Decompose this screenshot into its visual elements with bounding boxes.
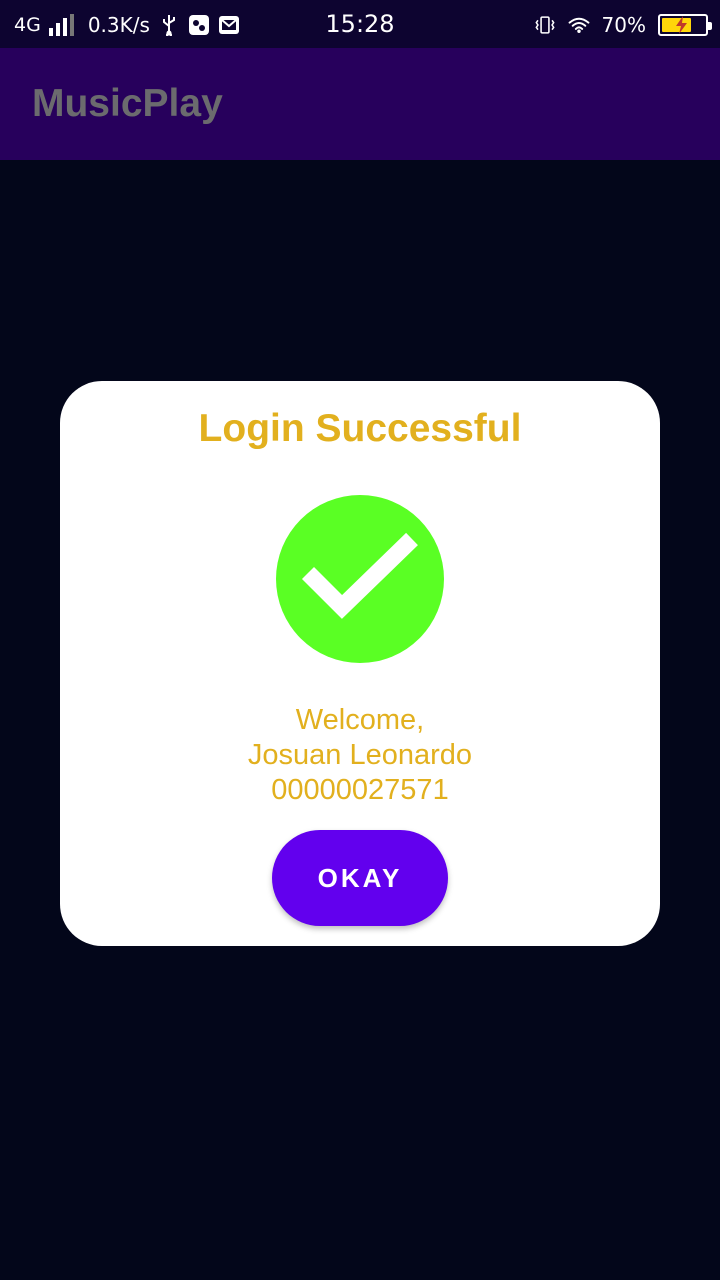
status-right: 70%	[534, 10, 712, 40]
vibrate-icon	[534, 14, 556, 36]
okay-button[interactable]: OKAY	[272, 830, 448, 926]
battery-charging-icon	[658, 14, 712, 36]
status-bar: 4G 0.3K/s 15:28 70%	[0, 0, 720, 48]
user-name: Josuan Leonardo	[247, 739, 473, 771]
welcome-message: Welcome, Josuan Leonardo 00000027571	[60, 703, 660, 808]
app-title: MusicPlay	[32, 82, 223, 125]
battery-percent: 70%	[601, 13, 646, 37]
app-bar: MusicPlay	[0, 48, 720, 160]
user-id: 00000027571	[271, 774, 449, 806]
dialog-title: Login Successful	[198, 407, 522, 450]
wifi-icon	[568, 14, 590, 36]
check-circle-icon	[276, 495, 444, 663]
login-success-dialog: Login Successful Welcome, Josuan Leonard…	[60, 381, 660, 946]
welcome-line: Welcome,	[295, 704, 425, 736]
